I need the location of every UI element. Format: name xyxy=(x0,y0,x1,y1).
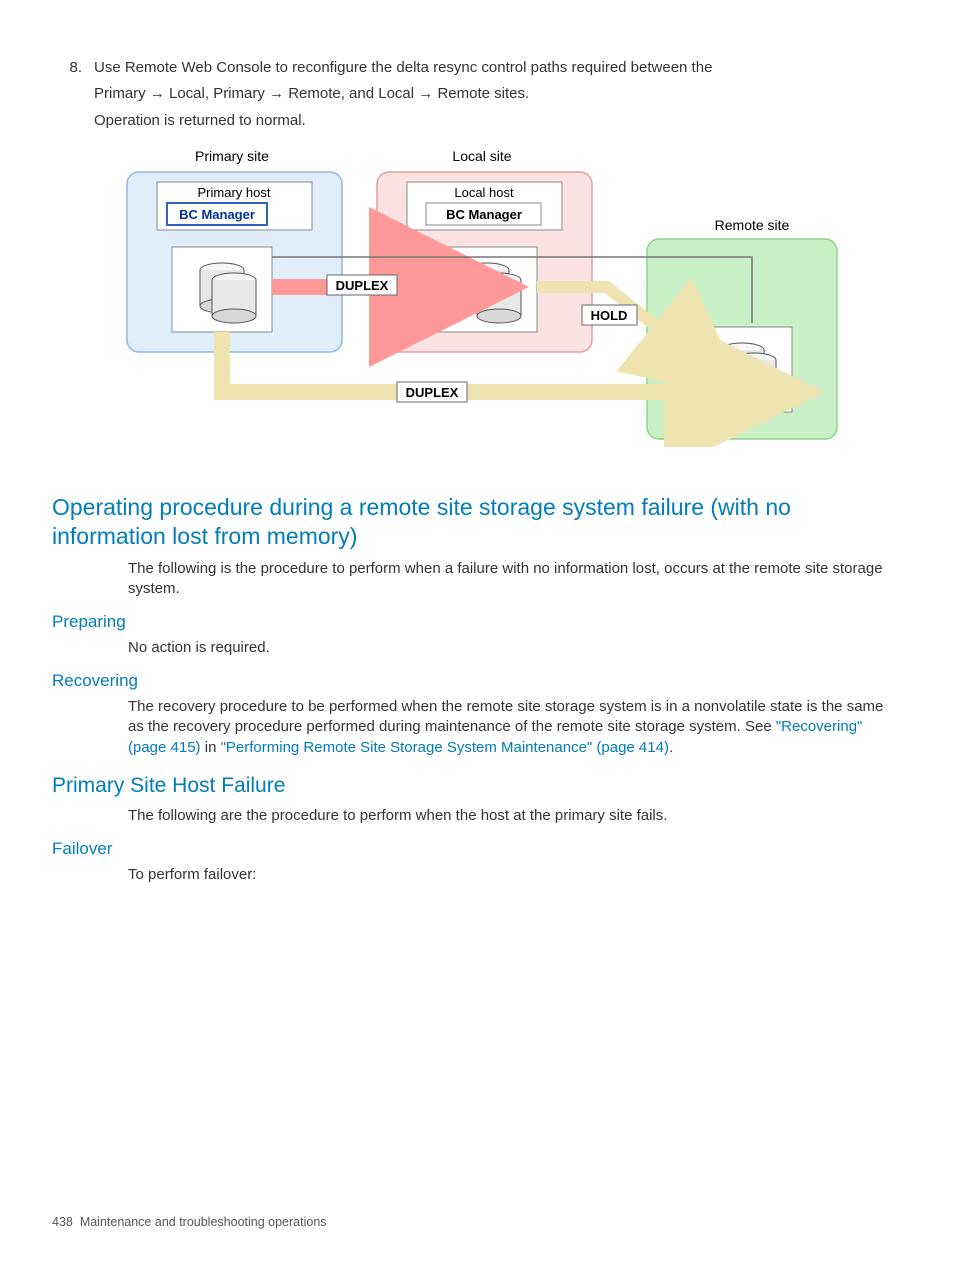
list-number: 8. xyxy=(52,58,94,137)
duplex-label-2: DUPLEX xyxy=(406,385,459,400)
local-site-label: Local site xyxy=(452,148,511,164)
heading-primary-site-host-failure: Primary Site Host Failure xyxy=(52,772,902,800)
prep-text: No action is required. xyxy=(128,638,902,658)
site-diagram: Primary site Local site Remote site Prim… xyxy=(52,147,902,453)
link-maintenance-414[interactable]: "Performing Remote Site Storage System M… xyxy=(221,739,669,756)
rec-text-c: . xyxy=(669,739,673,756)
duplex-label-1: DUPLEX xyxy=(336,278,389,293)
prep-body: No action is required. xyxy=(128,638,902,658)
primary-host-label: Primary host xyxy=(198,185,271,200)
sec2-text: The following are the procedure to perfo… xyxy=(128,806,902,826)
bc-manager-primary-label: BC Manager xyxy=(179,207,255,222)
rec-body: The recovery procedure to be performed w… xyxy=(128,697,902,758)
hold-label: HOLD xyxy=(591,308,628,323)
sec2-body: The following are the procedure to perfo… xyxy=(128,806,902,826)
page-number: 438 xyxy=(52,1215,73,1229)
step-text-1a: Use Remote Web Console to reconfigure th… xyxy=(94,58,902,78)
step-text-1b: Primary → Local, Primary → Remote, and L… xyxy=(94,84,902,104)
heading-recovering: Recovering xyxy=(52,670,902,693)
footer-text: Maintenance and troubleshooting operatio… xyxy=(80,1215,327,1229)
failover-text: To perform failover: xyxy=(128,865,902,885)
sec1-body: The following is the procedure to perfor… xyxy=(128,559,902,600)
failover-body: To perform failover: xyxy=(128,865,902,885)
bc-manager-local-label: BC Manager xyxy=(446,207,522,222)
step-text-2: Operation is returned to normal. xyxy=(94,111,902,131)
heading-operating-procedure: Operating procedure during a remote site… xyxy=(52,493,902,551)
heading-failover: Failover xyxy=(52,838,902,861)
sec1-text: The following is the procedure to perfor… xyxy=(128,559,902,600)
rec-text-a: The recovery procedure to be performed w… xyxy=(128,698,883,735)
primary-site-label: Primary site xyxy=(195,148,269,164)
remote-site-label: Remote site xyxy=(715,217,790,233)
list-body: Use Remote Web Console to reconfigure th… xyxy=(94,58,902,137)
heading-preparing: Preparing xyxy=(52,611,902,634)
ordered-list-item: 8. Use Remote Web Console to reconfigure… xyxy=(52,58,902,137)
rec-text: The recovery procedure to be performed w… xyxy=(128,697,902,758)
rec-text-b: in xyxy=(201,739,221,756)
page-footer: 438 Maintenance and troubleshooting oper… xyxy=(52,1214,327,1231)
local-host-label: Local host xyxy=(454,185,514,200)
